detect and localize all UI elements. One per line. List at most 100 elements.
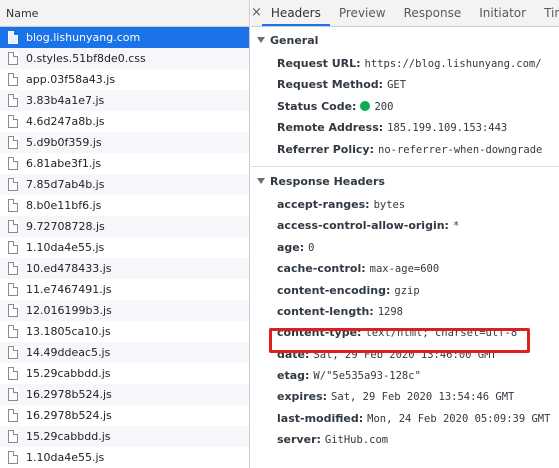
request-row[interactable]: 13.1805ca10.js [0, 321, 249, 342]
file-icon [8, 409, 18, 422]
request-url-value: https://blog.lishunyang.com/ [364, 58, 542, 70]
request-details-panel: × Headers Preview Response Initiator Tim… [251, 0, 559, 468]
file-icon [8, 367, 18, 380]
response-header-value: bytes [373, 198, 406, 211]
request-row[interactable]: 12.016199b3.js [0, 300, 249, 321]
request-row[interactable]: 8.b0e11bf6.js [0, 195, 249, 216]
response-header-row: expires: Sat, 29 Feb 2020 13:54:46 GMT [251, 386, 559, 407]
response-header-row: date: Sat, 29 Feb 2020 13:46:00 GMT [251, 344, 559, 365]
request-row[interactable]: 0.styles.51bf8de0.css [0, 48, 249, 69]
response-header-key: cache-control: [277, 262, 366, 276]
file-icon [8, 430, 18, 443]
response-header-row: accept-ranges: bytes [251, 194, 559, 215]
response-header-row: last-modified: Mon, 24 Feb 2020 05:09:39 … [251, 408, 559, 429]
file-icon [8, 31, 18, 44]
tab-response[interactable]: Response [395, 0, 471, 26]
request-name: 8.b0e11bf6.js [26, 199, 102, 212]
response-header-key: access-control-allow-origin: [277, 219, 449, 233]
request-row[interactable]: 1.10da4e55.js [0, 237, 249, 258]
request-name: 1.10da4e55.js [26, 451, 105, 464]
request-row[interactable]: 6.81abe3f1.js [0, 153, 249, 174]
request-row[interactable]: app.03f58a43.js [0, 69, 249, 90]
name-column-header[interactable]: Name [0, 0, 249, 27]
request-method-value: GET [387, 79, 407, 92]
request-name: 12.016199b3.js [26, 304, 112, 317]
tab-headers[interactable]: Headers [261, 0, 330, 26]
request-name: 10.ed478433.js [26, 262, 112, 275]
file-icon [8, 220, 18, 233]
request-name: 13.1805ca10.js [26, 325, 111, 338]
response-header-key: content-length: [277, 304, 374, 318]
request-name: 15.29cabbdd.js [26, 367, 111, 380]
response-header-value: max-age=600 [369, 263, 440, 276]
request-list: blog.lishunyang.com 0.styles.51bf8de0.css… [0, 27, 249, 468]
request-method-key: Request Method: [277, 78, 384, 92]
referrer-policy-row: Referrer Policy: no-referrer-when-downgra… [251, 139, 559, 160]
status-code-row: Status Code: 200 [251, 96, 559, 117]
file-icon [8, 304, 18, 317]
request-row[interactable]: 7.85d7ab4b.js [0, 174, 249, 195]
request-name: 11.e7467491.js [26, 283, 112, 296]
response-header-value: Mon, 24 Feb 2020 05:09:39 GMT [367, 412, 551, 425]
request-row[interactable]: 11.e7467491.js [0, 279, 249, 300]
response-header-key: age: [277, 240, 305, 254]
request-method-row: Request Method: GET [251, 74, 559, 95]
request-row[interactable]: 10.ed478433.js [0, 258, 249, 279]
file-icon [8, 94, 18, 107]
response-header-key: last-modified: [277, 411, 364, 425]
request-name: 0.styles.51bf8de0.css [26, 52, 146, 65]
tab-timing[interactable]: Timing [535, 0, 559, 26]
remote-address-row: Remote Address: 185.199.109.153:443 [251, 117, 559, 138]
file-icon [8, 73, 18, 86]
tab-preview[interactable]: Preview [330, 0, 395, 26]
file-icon [8, 178, 18, 191]
triangle-down-icon [257, 177, 265, 184]
response-header-row: access-control-allow-origin: * [251, 215, 559, 236]
request-name: app.03f58a43.js [26, 73, 116, 86]
response-header-key: date: [277, 347, 310, 361]
request-row[interactable]: 5.d9b0f359.js [0, 132, 249, 153]
request-row[interactable]: 4.6d247a8b.js [0, 111, 249, 132]
response-header-row: server: GitHub.com [251, 429, 559, 450]
response-header-value: 0 [308, 241, 315, 254]
request-row[interactable]: 1.10da4e55.js [0, 447, 249, 468]
response-header-row: etag: W/"5e535a93-128c" [251, 365, 559, 386]
referrer-policy-key: Referrer Policy: [277, 142, 374, 156]
response-header-value: * [452, 220, 460, 233]
request-name: 5.d9b0f359.js [26, 136, 102, 149]
response-header-value: W/"5e535a93-128c" [313, 370, 421, 383]
request-row[interactable]: blog.lishunyang.com [0, 27, 249, 48]
response-header-row: cache-control: max-age=600 [251, 258, 559, 279]
details-tabbar: × Headers Preview Response Initiator Tim… [251, 0, 559, 27]
response-headers-section-header[interactable]: Response Headers [251, 170, 559, 194]
response-headers-list: accept-ranges: bytes access-control-allow-… [251, 194, 559, 451]
request-row[interactable]: 15.29cabbdd.js [0, 363, 249, 384]
file-icon [8, 52, 18, 65]
response-header-row: content-length: 1298 [251, 301, 559, 322]
request-url-row: Request URL: https://blog.lishunyang.com/ [251, 53, 559, 74]
file-icon [8, 451, 18, 464]
request-row[interactable]: 16.2978b524.js [0, 384, 249, 405]
remote-address-key: Remote Address: [277, 121, 384, 135]
request-row[interactable]: 14.49ddeac5.js [0, 342, 249, 363]
file-icon [8, 262, 18, 275]
response-header-value: GitHub.com [324, 434, 389, 447]
request-row[interactable]: 15.29cabbdd.js [0, 426, 249, 447]
request-row[interactable]: 9.72708728.js [0, 216, 249, 237]
request-name: 15.29cabbdd.js [26, 430, 111, 443]
request-name: 16.2978b524.js [26, 388, 112, 401]
response-header-value: gzip [394, 284, 420, 297]
general-section-header[interactable]: General [251, 29, 559, 53]
request-row[interactable]: 3.83b4a1e7.js [0, 90, 249, 111]
request-name: blog.lishunyang.com [26, 31, 141, 44]
tab-initiator[interactable]: Initiator [470, 0, 535, 26]
file-icon [8, 346, 18, 359]
general-section-title: General [270, 34, 319, 47]
request-row[interactable]: 16.2978b524.js [0, 405, 249, 426]
file-icon [8, 157, 18, 170]
response-header-value: Sat, 29 Feb 2020 13:46:00 GMT [313, 348, 497, 361]
response-header-key: accept-ranges: [277, 197, 370, 211]
close-icon[interactable]: × [251, 0, 262, 26]
request-url-key: Request URL: [277, 57, 361, 70]
request-name: 14.49ddeac5.js [26, 346, 111, 359]
